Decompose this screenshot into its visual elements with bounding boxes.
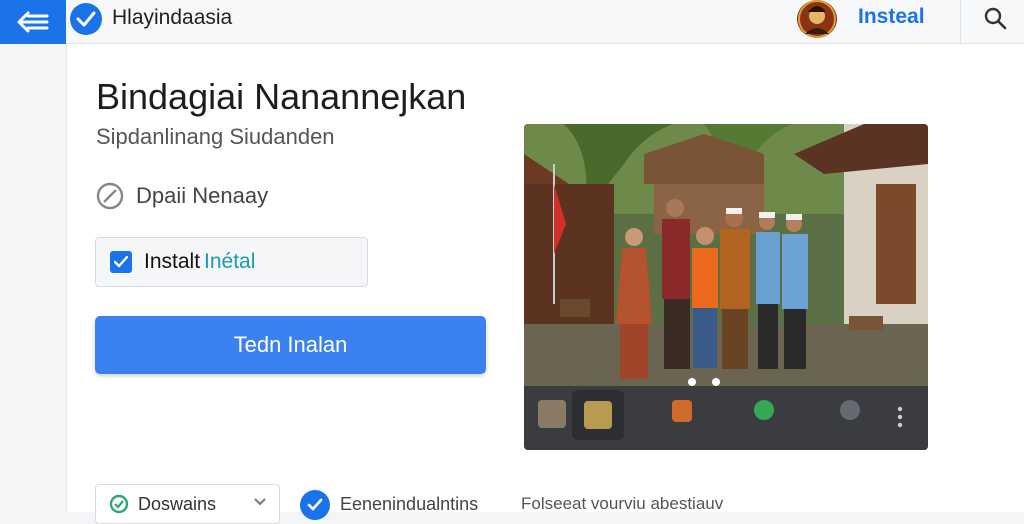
blocked-icon — [96, 182, 124, 210]
footer-right-text: Folseeat vourviu abestiauv — [521, 494, 724, 513]
carousel-dot[interactable] — [688, 378, 696, 386]
preview-photo — [524, 124, 928, 386]
install-checkbox-row[interactable]: Instalt Inétal — [95, 237, 368, 287]
verified-badge — [70, 3, 102, 35]
search-icon — [984, 7, 1007, 30]
install-link[interactable]: Insteal — [858, 5, 925, 29]
bottom-select[interactable]: Doswains — [95, 484, 280, 524]
status-row: Dpaii Nenaay — [96, 182, 268, 210]
thumbnail[interactable] — [538, 400, 566, 428]
carousel-dot[interactable] — [712, 378, 720, 386]
back-arrow-icon — [17, 11, 49, 33]
thumbnail-strip — [524, 386, 928, 450]
thumbnail-selected[interactable] — [572, 390, 624, 440]
chevron-down-icon — [254, 498, 266, 506]
thumbnail[interactable] — [840, 400, 860, 420]
select-value: Doswains — [138, 493, 217, 514]
checkbox-label: Instalt — [144, 250, 201, 273]
check-icon — [114, 256, 128, 268]
install-checkbox[interactable] — [110, 251, 132, 273]
verified-badge-icon — [76, 11, 96, 27]
verified-badge-small — [300, 490, 330, 520]
search-button[interactable] — [978, 2, 1012, 34]
primary-button[interactable]: Tedn Inalan — [95, 316, 486, 374]
check-icon — [307, 498, 323, 511]
checkbox-label-accent: Inétal — [204, 250, 256, 273]
thumbnail[interactable] — [754, 400, 774, 420]
avatar[interactable] — [797, 0, 837, 38]
status-text: Dpaii Nenaay — [136, 183, 269, 208]
page-title: Bindagiai Nananneȷkan — [96, 76, 467, 117]
divider — [960, 0, 961, 44]
thumbnail[interactable] — [672, 400, 692, 422]
page-subtitle: Sipdanlinang Siudanden — [96, 124, 335, 149]
more-vert-icon[interactable] — [896, 406, 904, 428]
top-bar: Hlayindaasia Insteal — [0, 0, 1024, 44]
back-button[interactable] — [0, 0, 66, 44]
media-preview[interactable] — [524, 124, 928, 450]
brand-name: Hlayindaasia — [112, 6, 233, 29]
